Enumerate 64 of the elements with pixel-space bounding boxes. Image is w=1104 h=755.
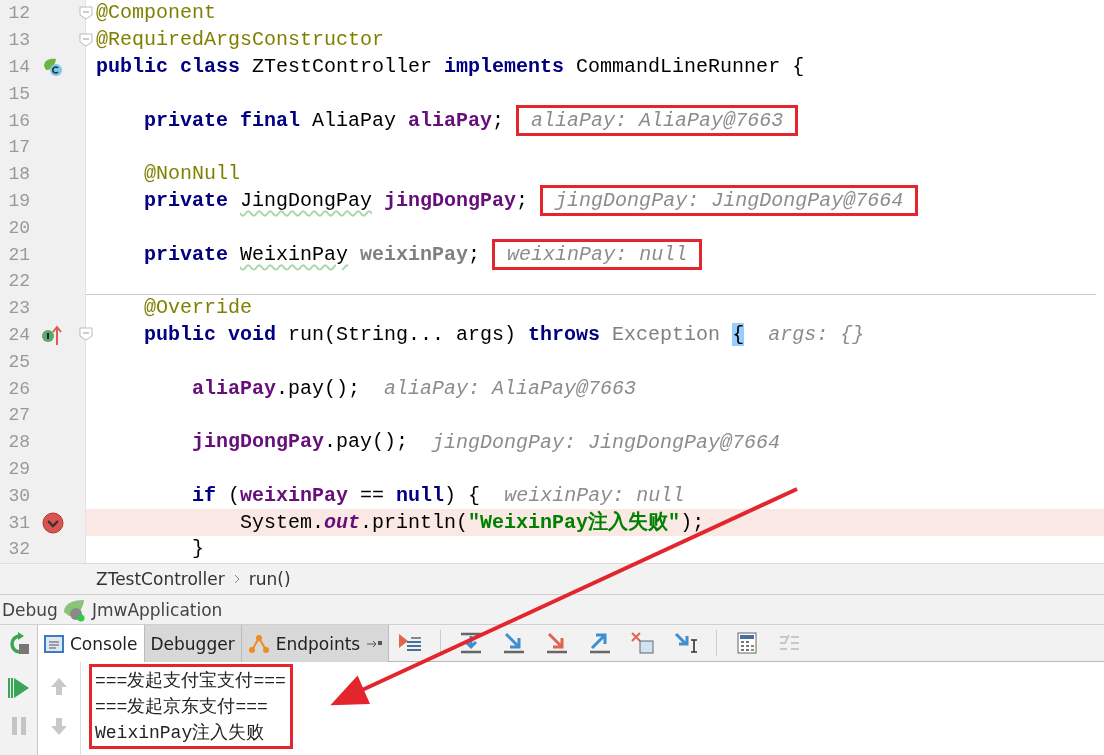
fold-marker-icon[interactable] bbox=[79, 327, 93, 342]
panel-title: Debug bbox=[2, 599, 58, 620]
inline-value-hint: args: {} bbox=[768, 323, 865, 347]
code-line: jingDongPay.pay(); bbox=[191, 431, 409, 454]
line-number: 16 bbox=[7, 110, 30, 131]
code-line: @NonNull bbox=[143, 163, 241, 186]
console-output-line: ===发起京东支付=== bbox=[95, 696, 269, 719]
breadcrumb-item[interactable]: run() bbox=[248, 569, 291, 589]
line-number: 18 bbox=[7, 164, 30, 185]
chevron-icon bbox=[232, 574, 241, 584]
line-number: 28 bbox=[7, 432, 30, 453]
panel-tab[interactable]: Debugger bbox=[144, 625, 242, 662]
line-number: 22 bbox=[7, 271, 30, 292]
panel-tab[interactable]: Console bbox=[38, 625, 145, 662]
spring-bean-icon[interactable] bbox=[42, 57, 64, 77]
code-line: @Component bbox=[96, 2, 217, 25]
fold-marker-icon[interactable] bbox=[79, 5, 93, 20]
run-to-cursor-icon[interactable] bbox=[673, 631, 700, 655]
line-number: 27 bbox=[7, 405, 30, 426]
line-number: 21 bbox=[7, 244, 30, 265]
run-configuration-name[interactable]: JmwApplication bbox=[91, 599, 223, 620]
code-line: if (weixinPay == null) { bbox=[191, 484, 481, 507]
inline-value-hint: jingDongPay: JingDongPay@7664 bbox=[432, 430, 781, 454]
line-number: 23 bbox=[7, 298, 30, 319]
fold-marker-icon[interactable] bbox=[79, 32, 93, 47]
line-number: 31 bbox=[7, 512, 30, 533]
line-number: 15 bbox=[7, 83, 30, 104]
inline-value-hint: aliaPay: AliaPay@7663 bbox=[384, 377, 637, 401]
line-number: 32 bbox=[7, 539, 30, 560]
console-output-line: WeixinPay注入失败 bbox=[95, 722, 266, 745]
line-number: 30 bbox=[7, 485, 30, 506]
code-line: @Override bbox=[143, 297, 253, 320]
code-line: private JingDongPay jingDongPay; bbox=[143, 190, 529, 212]
inline-value-hint: weixinPay: null bbox=[492, 239, 703, 271]
endpoints-icon bbox=[247, 633, 270, 654]
line-number: 14 bbox=[7, 57, 30, 77]
line-number: 24 bbox=[7, 324, 30, 345]
inline-value-hint: aliaPay: AliaPay@7663 bbox=[516, 105, 799, 137]
line-number: 29 bbox=[7, 458, 30, 479]
line-number: 19 bbox=[7, 191, 30, 211]
code-line: } bbox=[191, 538, 205, 561]
line-number: 26 bbox=[7, 378, 30, 399]
line-number: 12 bbox=[7, 3, 30, 24]
breakpoint-icon[interactable] bbox=[42, 511, 64, 534]
panel-tab[interactable]: Endpoints bbox=[241, 625, 390, 662]
inline-value-hint: weixinPay: null bbox=[504, 484, 685, 508]
drop-frame-icon[interactable] bbox=[630, 631, 657, 655]
line-number: 25 bbox=[7, 351, 30, 372]
implements-icon[interactable] bbox=[42, 323, 62, 346]
code-line: private final AliaPay aliaPay; bbox=[143, 109, 505, 132]
code-line: System.out.println("WeixinPay注入失败"); bbox=[239, 511, 705, 534]
console-output-line: ===发起支付宝支付=== bbox=[95, 670, 286, 693]
code-line: @RequiredArgsConstructor bbox=[96, 29, 385, 52]
line-number: 17 bbox=[7, 137, 30, 158]
code-line: aliaPay.pay(); bbox=[191, 377, 361, 400]
code-line: private WeixinPay weixinPay; bbox=[143, 243, 481, 266]
line-number: 13 bbox=[7, 30, 30, 51]
code-line: public class ZTestController implements CommandLineRunner { bbox=[96, 56, 805, 78]
inline-value-hint: jingDongPay: JingDongPay@7664 bbox=[540, 185, 919, 217]
pin-arrow-icon bbox=[366, 638, 383, 649]
console-icon bbox=[44, 634, 64, 653]
line-number: 20 bbox=[7, 217, 30, 238]
breadcrumb-item[interactable]: ZTestController bbox=[96, 569, 225, 589]
code-line: public void run(String... args) throws Exception { bbox=[143, 323, 745, 346]
